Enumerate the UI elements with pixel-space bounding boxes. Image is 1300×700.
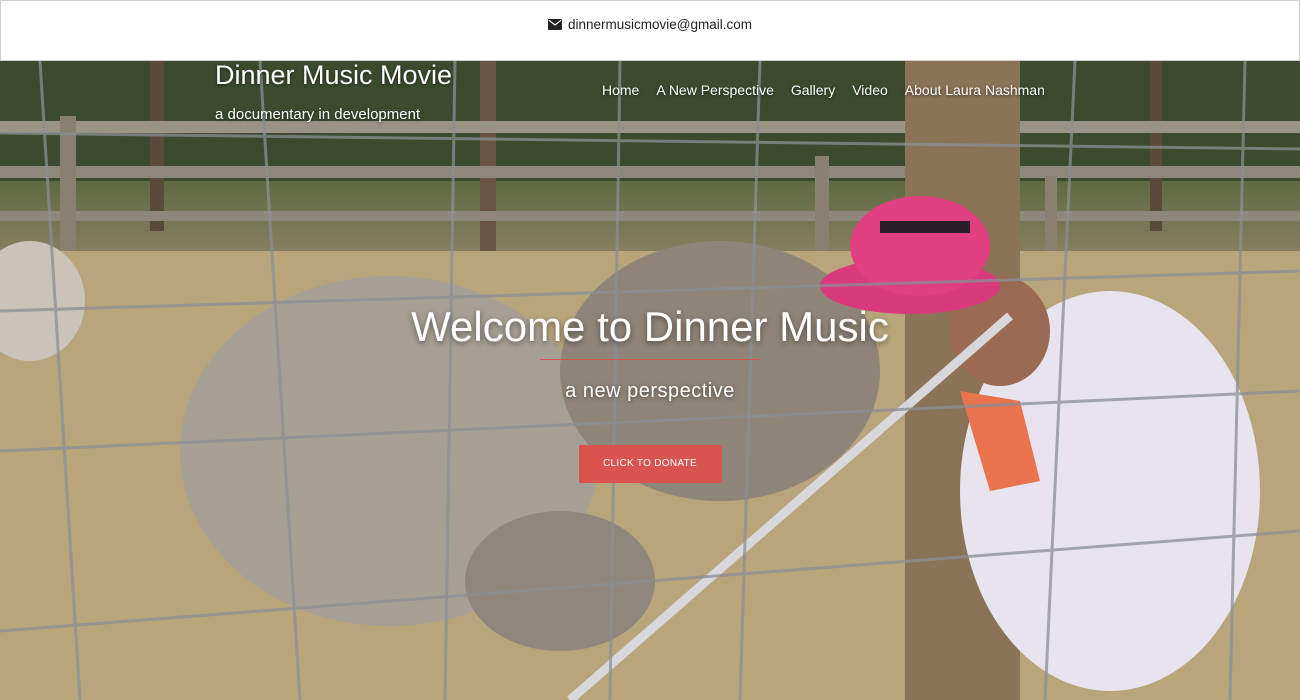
site-tagline: a documentary in development bbox=[215, 105, 421, 123]
nav-item-gallery[interactable]: Gallery bbox=[791, 82, 835, 98]
nav-item-home[interactable]: Home bbox=[602, 82, 639, 98]
donate-button[interactable]: CLICK TO DONATE bbox=[578, 445, 722, 483]
hero-divider bbox=[540, 359, 760, 360]
site-branding: Dinner Music Movie a documentary in deve… bbox=[215, 61, 452, 123]
nav-item-video[interactable]: Video bbox=[852, 82, 888, 98]
envelope-icon bbox=[547, 19, 562, 30]
nav-item-new-perspective[interactable]: A New Perspective bbox=[656, 82, 774, 98]
contact-email-group[interactable]: dinnermusicmovie@gmail.com bbox=[547, 17, 752, 32]
hero-section: Dinner Music Movie a documentary in deve… bbox=[0, 61, 1300, 700]
hero-subheading: a new perspective bbox=[565, 380, 735, 402]
site-title[interactable]: Dinner Music Movie bbox=[215, 61, 452, 91]
contact-email-link[interactable]: dinnermusicmovie@gmail.com bbox=[568, 17, 752, 32]
top-contact-bar: dinnermusicmovie@gmail.com bbox=[0, 0, 1300, 61]
nav-item-about[interactable]: About Laura Nashman bbox=[905, 82, 1045, 98]
hero-heading: Welcome to Dinner Music bbox=[411, 303, 889, 350]
main-nav: Home A New Perspective Gallery Video Abo… bbox=[602, 82, 1062, 98]
hero-content: Welcome to Dinner Music a new perspectiv… bbox=[300, 303, 1000, 483]
